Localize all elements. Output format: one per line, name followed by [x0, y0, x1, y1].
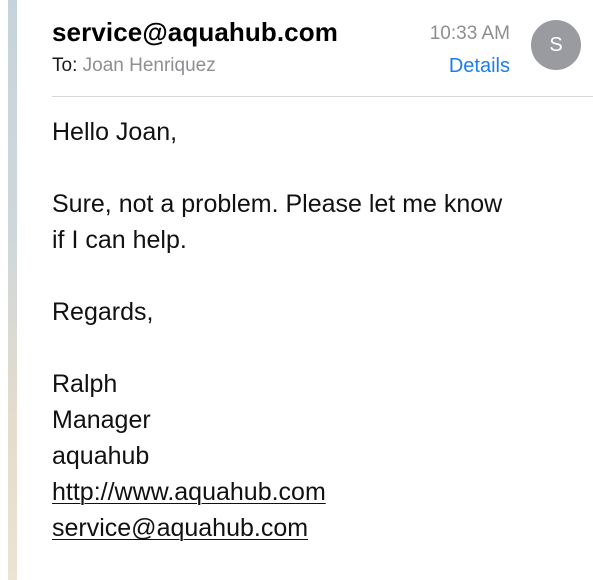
email-header: service@aquahub.com To: Joan Henriquez 1… — [52, 0, 585, 97]
website-link[interactable]: http://www.aquahub.com — [52, 478, 326, 506]
sender-avatar[interactable]: S — [531, 20, 581, 70]
message-line: if I can help. — [52, 226, 187, 254]
signature-company: aquahub — [52, 442, 150, 470]
signature-title: Manager — [52, 406, 151, 434]
thread-indicator-bar — [8, 0, 17, 580]
signature-name: Ralph — [52, 370, 118, 398]
email-link[interactable]: service@aquahub.com — [52, 514, 308, 542]
message-line: Sure, not a problem. Please let me know — [52, 190, 503, 218]
avatar-initial: S — [549, 33, 563, 56]
recipient-line: To: Joan Henriquez — [52, 55, 216, 77]
closing: Regards, — [52, 298, 154, 326]
header-divider — [52, 96, 593, 97]
to-label: To: — [52, 55, 78, 76]
greeting: Hello Joan, — [52, 118, 178, 146]
details-button[interactable]: Details — [449, 55, 510, 78]
sender-address[interactable]: service@aquahub.com — [52, 17, 338, 48]
email-body: Hello Joan, Sure, not a problem. Please … — [52, 114, 573, 546]
recipient-name[interactable]: Joan Henriquez — [83, 55, 216, 76]
sent-time: 10:33 AM — [429, 23, 510, 44]
